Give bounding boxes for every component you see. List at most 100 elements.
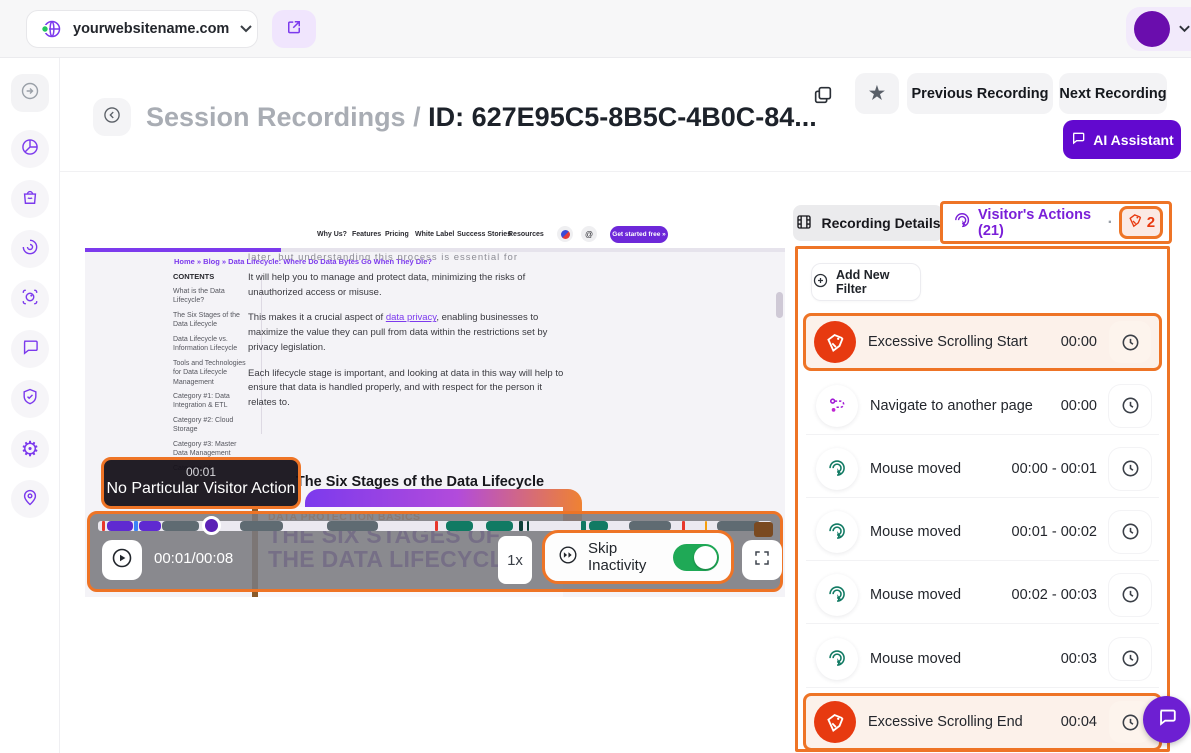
playback-time: 00:01/00:08 xyxy=(154,550,233,567)
replay-nav-link: Why Us? xyxy=(317,231,347,238)
action-row[interactable]: Mouse moved 00:00 - 00:01 xyxy=(806,440,1159,498)
toc-item: Data Lifecycle vs. Information Lifecycle xyxy=(173,335,251,354)
play-icon xyxy=(110,546,134,575)
action-label: Excessive Scrolling End xyxy=(868,714,1049,730)
top-bar: yourwebsitename.com xyxy=(0,0,1191,58)
jump-to-time-button[interactable] xyxy=(1109,638,1151,680)
action-label: Excessive Scrolling Start xyxy=(868,334,1049,350)
copy-id-button[interactable] xyxy=(812,84,834,111)
timeline-segment-mouse xyxy=(486,521,513,531)
timeline-marker-dark xyxy=(527,521,530,531)
sidebar-item-heatmaps[interactable] xyxy=(11,230,49,268)
skip-inactivity-toggle[interactable] xyxy=(673,544,719,571)
timeline-playhead[interactable] xyxy=(202,516,221,535)
avatar xyxy=(1134,11,1170,47)
jump-to-time-button[interactable] xyxy=(1109,385,1151,427)
back-arrow-icon xyxy=(102,105,122,130)
toc-item: Category #1: Data Integration & ETL xyxy=(173,392,251,411)
breadcrumb-section: Session Recordings xyxy=(146,102,406,132)
tab-recording-details[interactable]: Recording Details xyxy=(793,205,943,241)
jump-to-time-button[interactable] xyxy=(1109,574,1151,616)
toc-item: Tools and Technologies for Data Lifecycl… xyxy=(173,359,251,387)
tab-visitors-actions[interactable]: Visitor's Actions (21) · 2 xyxy=(940,201,1172,244)
sidebar-item-conversions[interactable] xyxy=(11,180,49,218)
action-label: Navigate to another page xyxy=(870,398,1049,414)
timeline-segment-activity xyxy=(327,521,378,531)
data-privacy-link: data privacy xyxy=(386,312,437,323)
action-time: 00:00 xyxy=(1061,334,1097,350)
action-label: Mouse moved xyxy=(870,461,1000,477)
excessive-scrolling-badge[interactable]: 2 xyxy=(1119,206,1163,239)
action-row[interactable]: Excessive Scrolling End 00:04 xyxy=(803,693,1162,751)
mouse-moved-icon xyxy=(816,511,858,553)
chat-bubble-icon xyxy=(1156,706,1178,733)
radar-spiral-icon xyxy=(20,237,40,262)
toc-item: Category #2: Cloud Storage xyxy=(173,416,251,435)
back-button[interactable] xyxy=(93,98,131,136)
sidebar-item-session-recordings[interactable] xyxy=(11,280,49,318)
tab-dot-separator: · xyxy=(1108,214,1113,232)
ai-assistant-label: AI Assistant xyxy=(1093,132,1173,148)
fullscreen-button[interactable] xyxy=(742,540,782,580)
timeline-segment-activity xyxy=(162,521,199,531)
chevron-down-icon xyxy=(1178,20,1191,38)
action-time: 00:04 xyxy=(1061,714,1097,730)
add-new-filter-button[interactable]: Add New Filter xyxy=(811,263,921,301)
language-flag-icon xyxy=(557,226,573,242)
open-website-button[interactable] xyxy=(272,10,316,48)
action-time: 00:01 - 00:02 xyxy=(1012,524,1097,540)
paragraph: It will help you to manage and protect d… xyxy=(248,271,566,300)
jump-to-time-button[interactable] xyxy=(1109,321,1151,363)
action-time: 00:03 xyxy=(1061,651,1097,667)
user-menu[interactable] xyxy=(1126,7,1191,51)
copy-icon xyxy=(812,93,834,110)
mouse-moved-icon xyxy=(816,638,858,680)
previous-recording-button[interactable]: Previous Recording xyxy=(907,73,1053,114)
support-chat-button[interactable] xyxy=(1143,696,1190,743)
action-row[interactable]: Mouse moved 00:02 - 00:03 xyxy=(806,566,1159,624)
action-row[interactable]: Excessive Scrolling Start 00:00 xyxy=(803,313,1162,371)
sidebar-item-dashboard[interactable] xyxy=(11,130,49,168)
website-globe-icon xyxy=(39,18,63,40)
action-row[interactable]: Navigate to another page 00:00 xyxy=(806,377,1159,435)
clipped-paragraph: later, but understanding this process is… xyxy=(248,252,566,260)
sidebar-item-security[interactable] xyxy=(11,380,49,418)
jump-to-time-button[interactable] xyxy=(1109,511,1151,553)
breadcrumb-separator: / xyxy=(413,102,421,132)
sidebar-collapse-button[interactable] xyxy=(11,74,49,112)
action-row[interactable]: Mouse moved 00:01 - 00:02 xyxy=(806,503,1159,561)
action-time: 00:02 - 00:03 xyxy=(1012,587,1097,603)
skip-inactivity-control[interactable]: Skip Inactivity xyxy=(542,530,734,584)
favorite-button[interactable]: ★ xyxy=(855,73,899,114)
location-pin-icon xyxy=(20,487,40,512)
toc-item: What is the Data Lifecycle? xyxy=(173,287,251,306)
recording-focus-icon xyxy=(20,287,40,312)
next-recording-button[interactable]: Next Recording xyxy=(1059,73,1167,114)
replay-nav-link: Pricing xyxy=(385,231,409,238)
ai-assistant-button[interactable]: AI Assistant xyxy=(1063,120,1181,159)
sidebar-item-visitors[interactable] xyxy=(11,480,49,518)
visitor-actions-icon xyxy=(953,211,972,235)
tooltip-time: 00:01 xyxy=(104,465,298,479)
tab-recording-details-label: Recording Details xyxy=(821,215,940,231)
jump-to-time-button[interactable] xyxy=(1109,448,1151,490)
timeline-segment-mouse xyxy=(446,521,473,531)
skip-inactivity-label: Skip Inactivity xyxy=(588,540,664,574)
action-label: Mouse moved xyxy=(870,587,1000,603)
sidebar-item-settings[interactable]: ⚙ xyxy=(11,430,49,468)
chevron-down-icon xyxy=(239,20,253,38)
action-row[interactable]: Mouse moved 00:03 xyxy=(806,630,1159,688)
mouse-moved-icon xyxy=(816,448,858,490)
replay-nav-link: Resources xyxy=(508,231,544,238)
website-selector[interactable]: yourwebsitename.com xyxy=(26,10,258,48)
replay-nav-link: Success Stories xyxy=(457,231,511,238)
website-name: yourwebsitename.com xyxy=(73,21,229,37)
accessibility-icon: @ xyxy=(581,226,597,242)
playback-speed-button[interactable]: 1x xyxy=(498,536,532,584)
play-button[interactable] xyxy=(102,540,142,580)
toc-title: CONTENTS xyxy=(173,272,251,281)
timeline-marker-red xyxy=(102,521,105,531)
sidebar-item-feedback[interactable] xyxy=(11,330,49,368)
action-time: 00:00 xyxy=(1061,398,1097,414)
film-icon xyxy=(795,213,813,234)
